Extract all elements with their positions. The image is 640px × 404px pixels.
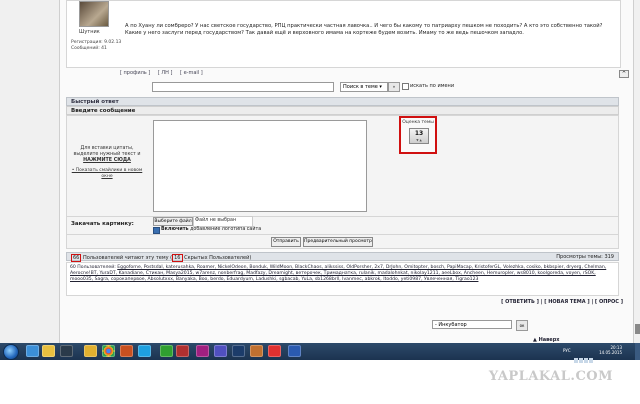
app-icon-7[interactable] <box>268 345 281 357</box>
quote-hint: Для вставки цитаты, выделите нужный текс… <box>69 146 145 164</box>
skype-icon[interactable] <box>138 345 151 357</box>
submit-row: Отправить Предварительный просмотр <box>66 235 619 249</box>
search-go-button[interactable]: » <box>388 82 400 92</box>
user-message-count: Сообщений: 41 <box>71 46 107 51</box>
quote-hint-text: Для вставки цитаты, выделите нужный текс… <box>73 146 141 157</box>
forum-jump-select[interactable]: - Инкубатор <box>432 320 512 329</box>
online-users-header: 66 Пользователей читают эту тему (16 Скр… <box>66 252 619 262</box>
quick-reply-header: Быстрый ответ <box>66 97 619 106</box>
clock-date: 14.05.2015 <box>599 350 622 355</box>
show-desktop-button[interactable] <box>635 343 640 360</box>
topic-rating-box: Оценка темы 13 ▼ ▲ <box>399 116 437 154</box>
online-users-list: 60 Пользователей: Eggoforne, Postsdal, k… <box>66 262 619 296</box>
show-smiles-link[interactable]: • Показать смайлики в новом окне <box>69 168 145 180</box>
windows-taskbar: РУС 20:13 14.05.2015 <box>0 343 640 363</box>
add-logo-label: Включить добавление логотипа сайта <box>161 227 261 232</box>
site-watermark: YAPLAKAL.COM <box>488 369 613 384</box>
rating-arrows-icon[interactable]: ▼ ▲ <box>410 139 428 142</box>
add-logo-bold: Включить <box>161 227 189 232</box>
forum-post: Шутник Регистрация: 9.02.13 Сообщений: 4… <box>66 0 621 68</box>
online-end-text: Скрытых Пользователей) <box>182 255 252 261</box>
online-total-count: 66 <box>71 254 82 262</box>
message-textarea[interactable] <box>153 120 367 212</box>
topic-actions[interactable]: [ ОТВЕТИТЬ ] | [ НОВАЯ ТЕМА ] | [ ОПРОС … <box>501 299 623 305</box>
photoshop-icon[interactable] <box>232 345 245 357</box>
forum-jump-button[interactable]: ок <box>516 320 528 331</box>
clock[interactable]: 20:13 14.05.2015 <box>599 345 622 355</box>
topic-rating-button[interactable]: 13 ▼ ▲ <box>409 128 429 144</box>
folder-icon[interactable] <box>42 345 55 357</box>
quote-click-link[interactable]: НАЖМИТЕ СЮДА <box>83 158 131 163</box>
app-icon-5[interactable] <box>214 345 227 357</box>
choose-file-button[interactable]: Выберите файл <box>153 217 193 226</box>
search-scope-select[interactable]: Поиск в теме ▾ <box>340 82 388 92</box>
email-link[interactable]: [ e-mail ] <box>180 70 203 76</box>
app-icon-2[interactable] <box>160 345 173 357</box>
search-by-name-label: искать по имени <box>410 83 455 89</box>
enter-message-header: Введите сообщение <box>66 106 619 115</box>
private-message-link[interactable]: [ ЛН ] <box>158 70 173 76</box>
app-icon-1[interactable] <box>120 345 133 357</box>
send-button[interactable]: Отправить <box>271 237 301 247</box>
online-users-names[interactable]: Eggoforne, Postsdal, katerusahka, Roamer… <box>70 265 606 282</box>
topic-rating-value: 13 <box>414 130 424 137</box>
topic-views: Просмотры темы: 319 <box>556 254 614 260</box>
app-icon-3[interactable] <box>176 345 189 357</box>
user-avatar[interactable] <box>79 1 109 27</box>
quick-reply-sidebar: Для вставки цитаты, выделите нужный текс… <box>67 116 147 216</box>
online-count-text: 66 Пользователей читают эту тему (16 Скр… <box>71 254 251 262</box>
online-hidden-count: 16 <box>172 254 183 262</box>
search-input[interactable] <box>152 82 334 92</box>
online-users-prefix: 60 Пользователей: <box>70 265 118 270</box>
post-username[interactable]: Шутник <box>79 29 100 35</box>
file-status: Файл не выбран <box>195 218 237 223</box>
ie-icon[interactable] <box>26 345 39 357</box>
add-logo-rest: добавление логотипа сайта <box>188 227 262 232</box>
language-indicator[interactable]: РУС <box>563 348 571 353</box>
topic-rating-label: Оценка темы <box>402 120 434 125</box>
post-body: А по Хуану ли сомбреро? У нас светское г… <box>125 23 603 36</box>
forum-page: Шутник Регистрация: 9.02.13 Сообщений: 4… <box>59 0 634 343</box>
add-logo-checkbox[interactable] <box>153 227 160 234</box>
preview-button[interactable]: Предварительный просмотр <box>303 237 373 247</box>
post-user-links: [ профиль ] [ ЛН ] [ e-mail ] <box>120 70 209 76</box>
quick-reply-body: Для вставки цитаты, выделите нужный текс… <box>66 115 619 217</box>
attach-image-label: Закачать картинку: <box>71 221 134 227</box>
online-mid-text: Пользователей читают эту тему ( <box>81 255 173 261</box>
app-icon-6[interactable] <box>250 345 263 357</box>
search-by-name-checkbox[interactable] <box>402 83 409 90</box>
browser-viewport: Шутник Регистрация: 9.02.13 Сообщений: 4… <box>0 0 640 343</box>
app-icon-4[interactable] <box>196 345 209 357</box>
attach-image-row: Закачать картинку: Выберите файл Файл не… <box>66 216 619 235</box>
profile-link[interactable]: [ профиль ] <box>120 70 150 76</box>
word-icon[interactable] <box>288 345 301 357</box>
user-reg-date: Регистрация: 9.02.13 <box>71 40 122 45</box>
start-button-icon[interactable] <box>3 344 19 360</box>
scrollbar[interactable] <box>634 0 640 343</box>
chrome-icon[interactable] <box>102 345 115 357</box>
scrollbar-thumb[interactable] <box>635 324 640 334</box>
files-icon[interactable] <box>84 345 97 357</box>
scroll-top-caret[interactable]: ^ <box>619 70 629 78</box>
steam-icon[interactable] <box>60 345 73 357</box>
tray-icons[interactable] <box>574 348 598 363</box>
